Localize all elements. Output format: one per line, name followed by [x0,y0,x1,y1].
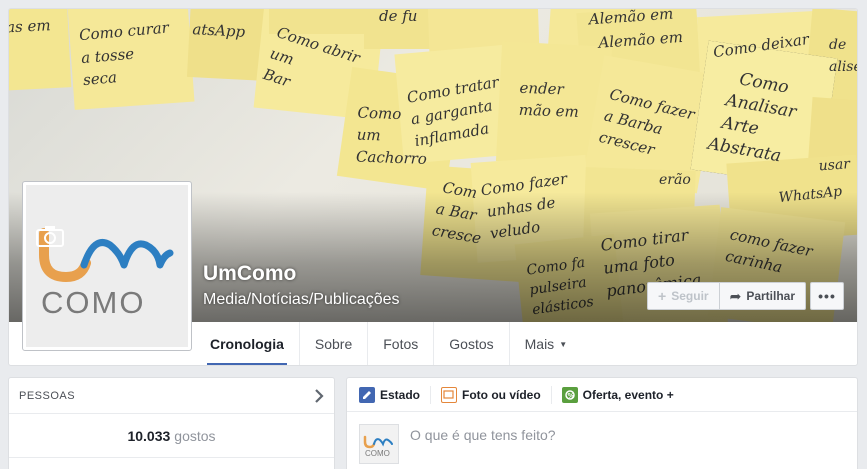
people-title: PESSOAS [19,389,76,402]
composer-input[interactable]: O que é que tens feito? [410,427,556,443]
tab-fotos[interactable]: Fotos [368,322,435,365]
caret-down-icon: ▼ [559,339,568,349]
composer-body: COMO O que é que tens feito? [347,412,857,469]
tab-sobre[interactable]: Sobre [300,322,369,365]
page-category[interactable]: Media/Notícias/Publicações [203,291,400,309]
share-arrow-icon: ➦ [729,287,742,304]
svg-text:Como: Como [357,104,401,124]
share-label: Partilhar [746,289,795,303]
tab-mais[interactable]: Mais ▼ [510,322,582,365]
composer-tab-status[interactable]: Estado [359,385,432,404]
svg-text:de: de [829,37,846,53]
svg-text:erão: erão [659,172,691,188]
pencil-icon [359,386,375,403]
chevron-right-icon[interactable] [314,388,324,403]
tab-label: Mais [524,336,555,352]
camera-icon[interactable] [36,225,64,247]
plus-icon: + [658,288,667,304]
profile-picture[interactable]: COMO [22,181,192,351]
page-header-card: Como curar a tosse seca as em atsApp Com… [8,8,858,366]
avatar: COMO [359,424,399,464]
follow-share-group: + Seguir ➦ Partilhar [647,282,806,310]
svg-text:%: % [567,392,574,400]
likes-count: 10.033 [127,427,171,444]
share-button[interactable]: ➦ Partilhar [719,282,806,310]
svg-text:atsApp: atsApp [192,20,246,41]
post-composer: Estado Foto ou vídeo % Oferta, evento + … [346,377,858,469]
tab-gostos[interactable]: Gostos [434,322,510,365]
svg-text:mão em: mão em [518,101,579,121]
more-options-button[interactable]: ••• [810,282,844,310]
composer-tab-label: Foto ou vídeo [462,387,541,402]
photo-icon [441,386,458,403]
tab-label: Gostos [449,336,494,352]
svg-text:usar: usar [818,156,852,174]
page-tabs: Cronologia Sobre Fotos Gostos Mais ▼ [195,322,582,365]
follow-button[interactable]: + Seguir [647,282,720,310]
cover-actions: + Seguir ➦ Partilhar ••• [647,282,844,310]
umcomo-logo-small: COMO [363,435,393,458]
tab-label: Fotos [383,336,419,352]
composer-tab-photo-video[interactable]: Foto ou vídeo [441,385,552,404]
people-box: PESSOAS 10.033 gostos [8,377,335,469]
tab-cronologia[interactable]: Cronologia [195,322,300,365]
svg-text:um: um [356,126,381,145]
follow-label: Seguir [671,289,709,303]
likes-unit: gostos [174,427,216,444]
svg-text:COMO: COMO [365,449,390,458]
svg-text:seca: seca [82,68,117,89]
composer-tab-offer-event[interactable]: % Oferta, evento + [561,386,684,404]
svg-text:as em: as em [9,16,51,36]
likes-summary: 10.033 gostos [9,414,334,458]
svg-text:Cachorro: Cachorro [356,148,427,168]
composer-tabs: Estado Foto ou vídeo % Oferta, evento + [347,378,857,412]
logo-text: COMO [41,285,145,315]
tab-label: Sobre [314,336,353,352]
svg-text:ender: ender [519,79,565,99]
profile-picture-image: COMO [26,185,188,347]
composer-tab-label: Estado [380,387,421,402]
svg-text:alise: alise [829,59,858,75]
page-title[interactable]: UmComo [203,262,296,286]
offer-icon: % [561,386,578,403]
people-header[interactable]: PESSOAS [9,378,334,414]
svg-text:de fu: de fu [379,9,417,25]
composer-tab-label: Oferta, evento + [582,387,674,402]
tab-label: Cronologia [210,336,284,352]
